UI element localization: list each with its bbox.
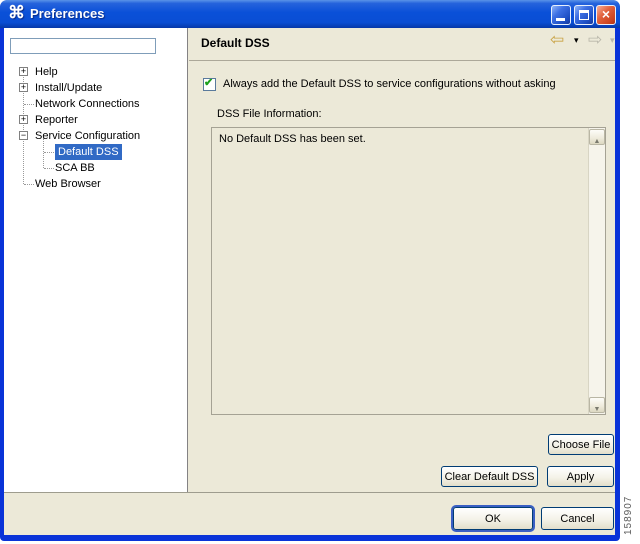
apply-button[interactable]: Apply bbox=[547, 466, 614, 487]
tree-item-label: Network Connections bbox=[35, 98, 140, 110]
back-icon[interactable]: ⇦ bbox=[550, 30, 564, 50]
sidebar: + Help + Install/Update Network Connecti… bbox=[4, 28, 188, 492]
forward-dropdown-icon[interactable]: ▾ bbox=[610, 35, 615, 46]
tree-item-label: Reporter bbox=[35, 114, 78, 126]
maximize-icon bbox=[579, 10, 589, 20]
cancel-button[interactable]: Cancel bbox=[541, 507, 614, 530]
scroll-down-icon: ▼ bbox=[593, 406, 601, 413]
tree-item-label: Service Configuration bbox=[35, 130, 141, 142]
tree-item-label: Web Browser bbox=[35, 178, 101, 190]
sidebar-item-install-update[interactable]: + Install/Update bbox=[4, 80, 187, 96]
sidebar-item-service-configuration[interactable]: − Service Configuration bbox=[4, 128, 187, 144]
app-icon: ⌘ bbox=[8, 3, 25, 22]
expand-icon[interactable]: + bbox=[19, 83, 28, 92]
footer-separator bbox=[4, 492, 615, 493]
collapse-icon[interactable]: − bbox=[19, 131, 28, 140]
back-dropdown-icon[interactable]: ▾ bbox=[574, 35, 579, 46]
scroll-up-button[interactable]: ▲ bbox=[589, 129, 605, 145]
tree-item-label: SCA BB bbox=[55, 162, 95, 174]
filter-input[interactable] bbox=[10, 38, 156, 54]
tree-item-label: Install/Update bbox=[35, 82, 103, 94]
tree-item-label: Help bbox=[35, 66, 58, 78]
window-title: Preferences bbox=[30, 6, 105, 21]
page-header: Default DSS ⇦ ▾ ⇨ ▾ bbox=[189, 28, 615, 61]
always-add-checkbox-label: Always add the Default DSS to service co… bbox=[223, 78, 556, 90]
sidebar-item-default-dss[interactable]: Default DSS bbox=[4, 144, 187, 160]
scroll-down-button[interactable]: ▼ bbox=[589, 397, 605, 413]
figure-number: 158907 bbox=[623, 495, 634, 535]
ok-button[interactable]: OK bbox=[453, 507, 533, 530]
maximize-button[interactable] bbox=[574, 5, 594, 25]
dss-info-textarea[interactable]: No Default DSS has been set. ▲ ▼ bbox=[211, 127, 606, 415]
tree-item-label-selected: Default DSS bbox=[55, 144, 122, 160]
always-add-checkbox[interactable]: ✔ bbox=[203, 77, 216, 91]
sidebar-item-reporter[interactable]: + Reporter bbox=[4, 112, 187, 128]
preferences-dialog: ⌘ Preferences × + Help + Install/Update … bbox=[0, 0, 620, 541]
sidebar-item-network-connections[interactable]: Network Connections bbox=[4, 96, 187, 112]
dss-info-text: No Default DSS has been set. bbox=[219, 133, 366, 145]
close-button[interactable]: × bbox=[596, 5, 616, 25]
vertical-scrollbar[interactable]: ▲ ▼ bbox=[588, 128, 605, 414]
titlebar[interactable]: ⌘ Preferences × bbox=[0, 0, 620, 28]
clear-default-dss-button[interactable]: Clear Default DSS bbox=[441, 466, 538, 487]
choose-file-button[interactable]: Choose File bbox=[548, 434, 614, 455]
page-title: Default DSS bbox=[201, 36, 270, 50]
sidebar-item-web-browser[interactable]: Web Browser bbox=[4, 176, 187, 192]
expand-icon[interactable]: + bbox=[19, 115, 28, 124]
dialog-content: + Help + Install/Update Network Connecti… bbox=[4, 28, 615, 535]
minimize-button[interactable] bbox=[551, 5, 571, 25]
minimize-icon bbox=[556, 18, 565, 21]
sidebar-item-help[interactable]: + Help bbox=[4, 64, 187, 80]
forward-icon[interactable]: ⇨ bbox=[588, 30, 602, 50]
expand-icon[interactable]: + bbox=[19, 67, 28, 76]
dss-file-information-label: DSS File Information: bbox=[217, 108, 322, 120]
sidebar-item-sca-bb[interactable]: SCA BB bbox=[4, 160, 187, 176]
scroll-up-icon: ▲ bbox=[593, 138, 601, 145]
check-icon: ✔ bbox=[204, 77, 214, 89]
